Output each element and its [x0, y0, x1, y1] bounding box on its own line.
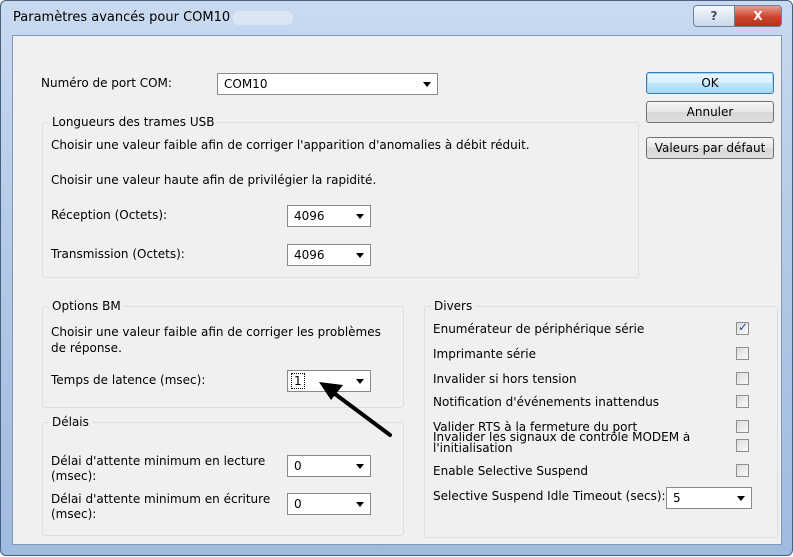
- annotation-arrow: [319, 382, 392, 437]
- dialog-window: Paramètres avancés pour COM10 ? X Numéro…: [0, 0, 793, 556]
